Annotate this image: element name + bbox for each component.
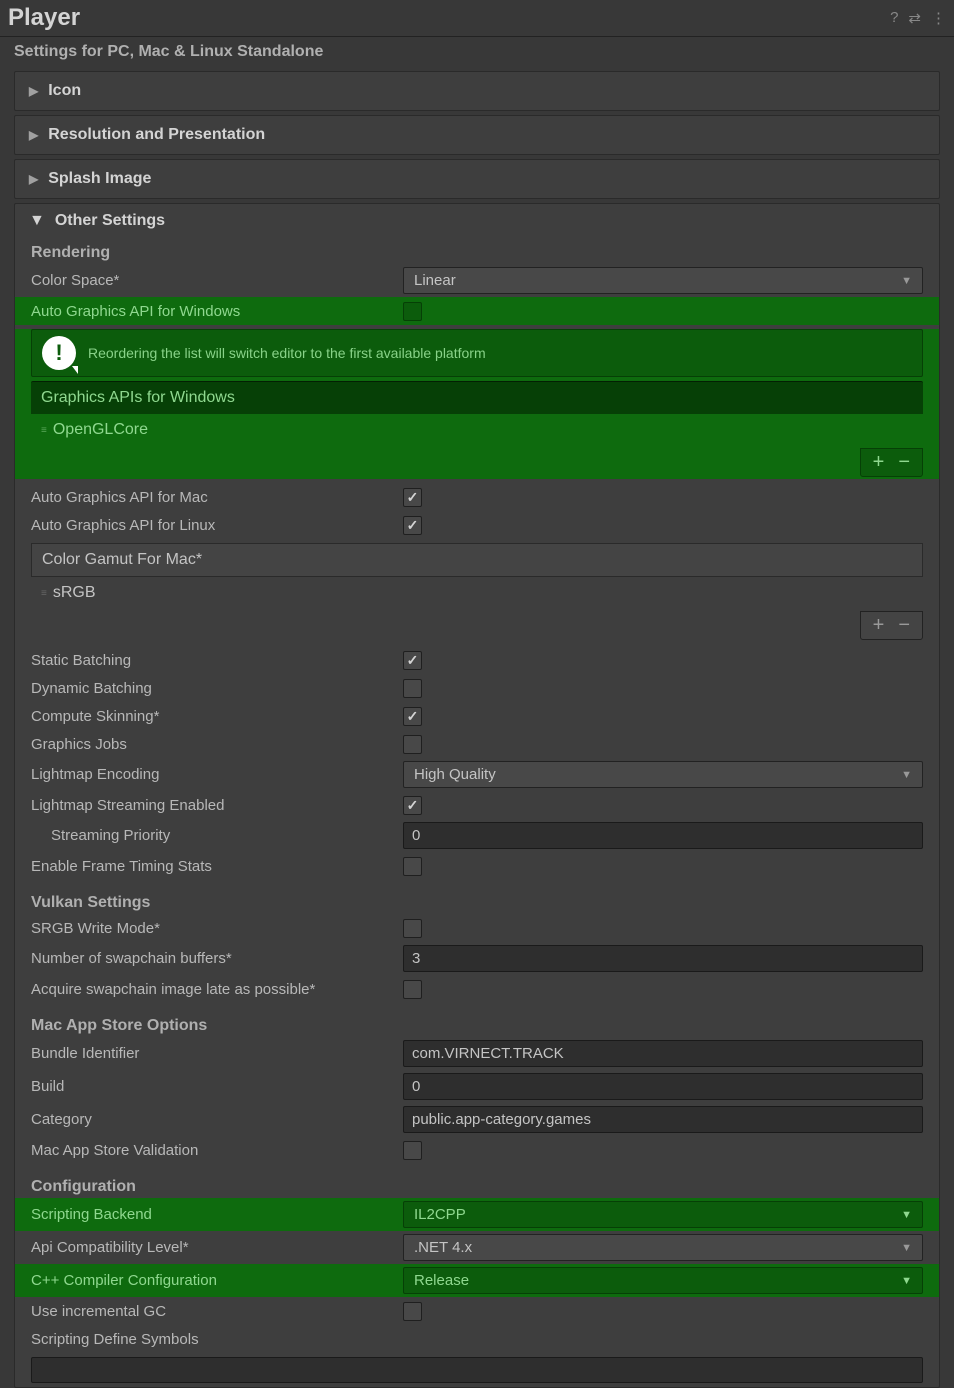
chevron-down-icon: ▼	[29, 212, 45, 230]
frame-timing-checkbox[interactable]	[403, 857, 422, 876]
remove-button[interactable]: −	[898, 614, 910, 637]
swapchain-buffers-input[interactable]	[403, 945, 923, 972]
vulkan-heading: Vulkan Settings	[15, 888, 939, 914]
gfx-api-item[interactable]: ≡ OpenGLCore	[31, 414, 923, 446]
foldout-icon[interactable]: ▶ Icon	[14, 71, 940, 111]
incremental-gc-label: Use incremental GC	[31, 1303, 403, 1320]
panel-title: Player	[8, 4, 80, 32]
lightmap-streaming-label: Lightmap Streaming Enabled	[31, 797, 403, 814]
drag-handle-icon[interactable]: ≡	[41, 588, 45, 599]
add-button[interactable]: +	[873, 451, 885, 474]
info-icon: !	[42, 336, 76, 370]
foldout-label: Splash Image	[48, 170, 151, 188]
panel-header: Player ? ⇄ ⋮	[0, 0, 954, 37]
chevron-right-icon: ▶	[29, 172, 38, 186]
api-compat-label: Api Compatibility Level*	[31, 1239, 403, 1256]
foldout-label: Resolution and Presentation	[48, 126, 265, 144]
auto-gfx-linux-label: Auto Graphics API for Linux	[31, 517, 403, 534]
auto-gfx-linux-checkbox[interactable]	[403, 516, 422, 535]
graphics-jobs-checkbox[interactable]	[403, 735, 422, 754]
auto-gfx-mac-checkbox[interactable]	[403, 488, 422, 507]
platform-subtitle: Settings for PC, Mac & Linux Standalone	[0, 37, 954, 67]
chevron-right-icon: ▶	[29, 84, 38, 98]
acquire-late-checkbox[interactable]	[403, 980, 422, 999]
chevron-down-icon: ▼	[901, 1275, 912, 1287]
foldout-resolution[interactable]: ▶ Resolution and Presentation	[14, 115, 940, 155]
chevron-down-icon: ▼	[901, 1242, 912, 1254]
foldout-other-settings[interactable]: ▼ Other Settings	[15, 204, 939, 238]
scripting-backend-dropdown[interactable]: IL2CPP ▼	[403, 1201, 923, 1228]
color-space-label: Color Space*	[31, 272, 403, 289]
menu-icon[interactable]: ⋮	[931, 9, 946, 27]
mac-validation-checkbox[interactable]	[403, 1141, 422, 1160]
bundle-id-input[interactable]	[403, 1040, 923, 1067]
scripting-backend-label: Scripting Backend	[31, 1206, 403, 1223]
acquire-late-label: Acquire swapchain image late as possible…	[31, 981, 403, 998]
api-compat-dropdown[interactable]: .NET 4.x ▼	[403, 1234, 923, 1261]
category-label: Category	[31, 1111, 403, 1128]
color-gamut-header: Color Gamut For Mac*	[31, 543, 923, 577]
static-batching-label: Static Batching	[31, 652, 403, 669]
rendering-heading: Rendering	[15, 238, 939, 264]
gfx-apis-win-header: Graphics APIs for Windows	[31, 381, 923, 414]
graphics-jobs-label: Graphics Jobs	[31, 736, 403, 753]
config-heading: Configuration	[15, 1172, 939, 1198]
build-label: Build	[31, 1078, 403, 1095]
chevron-down-icon: ▼	[901, 769, 912, 781]
category-input[interactable]	[403, 1106, 923, 1133]
streaming-priority-label: Streaming Priority	[51, 827, 403, 844]
define-symbols-input[interactable]	[31, 1357, 923, 1383]
static-batching-checkbox[interactable]	[403, 651, 422, 670]
lightmap-encoding-dropdown[interactable]: High Quality ▼	[403, 761, 923, 788]
add-button[interactable]: +	[873, 614, 885, 637]
help-icon[interactable]: ?	[890, 9, 898, 27]
lightmap-streaming-checkbox[interactable]	[403, 796, 422, 815]
auto-gfx-win-label: Auto Graphics API for Windows	[31, 303, 403, 320]
swapchain-buffers-label: Number of swapchain buffers*	[31, 950, 403, 967]
reorder-info: ! Reordering the list will switch editor…	[31, 329, 923, 377]
foldout-splash[interactable]: ▶ Splash Image	[14, 159, 940, 199]
mac-validation-label: Mac App Store Validation	[31, 1142, 403, 1159]
color-gamut-item[interactable]: ≡ sRGB	[31, 577, 923, 609]
remove-button[interactable]: −	[898, 451, 910, 474]
foldout-label: Icon	[48, 82, 81, 100]
bundle-id-label: Bundle Identifier	[31, 1045, 403, 1062]
foldout-label: Other Settings	[55, 212, 165, 230]
define-symbols-label: Scripting Define Symbols	[31, 1331, 403, 1348]
frame-timing-label: Enable Frame Timing Stats	[31, 858, 403, 875]
auto-gfx-mac-label: Auto Graphics API for Mac	[31, 489, 403, 506]
cpp-config-label: C++ Compiler Configuration	[31, 1272, 403, 1289]
cpp-config-dropdown[interactable]: Release ▼	[403, 1267, 923, 1294]
settings-icon[interactable]: ⇄	[908, 9, 921, 27]
incremental-gc-checkbox[interactable]	[403, 1302, 422, 1321]
chevron-down-icon: ▼	[901, 275, 912, 287]
dynamic-batching-checkbox[interactable]	[403, 679, 422, 698]
srgb-write-checkbox[interactable]	[403, 919, 422, 938]
compute-skinning-label: Compute Skinning*	[31, 708, 403, 725]
lightmap-encoding-label: Lightmap Encoding	[31, 766, 403, 783]
compute-skinning-checkbox[interactable]	[403, 707, 422, 726]
dynamic-batching-label: Dynamic Batching	[31, 680, 403, 697]
drag-handle-icon[interactable]: ≡	[41, 425, 45, 436]
color-space-dropdown[interactable]: Linear ▼	[403, 267, 923, 294]
srgb-write-label: SRGB Write Mode*	[31, 920, 403, 937]
auto-gfx-win-checkbox[interactable]	[403, 302, 422, 321]
chevron-down-icon: ▼	[901, 1209, 912, 1221]
streaming-priority-input[interactable]	[403, 822, 923, 849]
build-input[interactable]	[403, 1073, 923, 1100]
mac-store-heading: Mac App Store Options	[15, 1011, 939, 1037]
chevron-right-icon: ▶	[29, 128, 38, 142]
